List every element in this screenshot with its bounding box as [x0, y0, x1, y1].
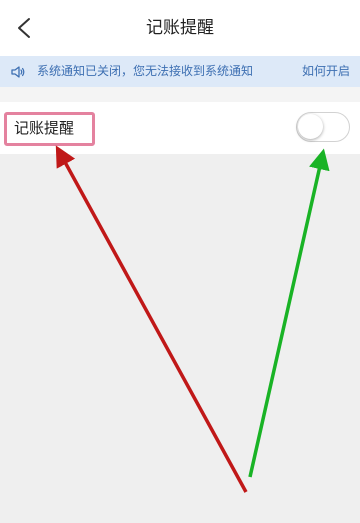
chevron-left-icon [18, 18, 30, 38]
navigation-bar: 记账提醒 [0, 0, 360, 56]
bookkeeping-reminder-toggle[interactable] [296, 112, 350, 142]
section-divider [0, 87, 360, 102]
app-screen: 记账提醒 系统通知已关闭，您无法接收到系统通知 如何开启 记账提醒 [0, 0, 360, 523]
label-highlight-box [4, 112, 95, 146]
notification-disabled-message: 系统通知已关闭，您无法接收到系统通知 [37, 64, 254, 78]
notification-banner: 系统通知已关闭，您无法接收到系统通知 如何开启 [0, 56, 360, 87]
how-to-enable-link[interactable]: 如何开启 [302, 56, 350, 87]
speaker-icon [10, 64, 26, 80]
toggle-knob [298, 114, 323, 139]
back-button[interactable] [4, 8, 44, 48]
red-arrow [55, 145, 248, 493]
green-arrow [248, 148, 330, 478]
page-title: 记账提醒 [146, 18, 214, 38]
